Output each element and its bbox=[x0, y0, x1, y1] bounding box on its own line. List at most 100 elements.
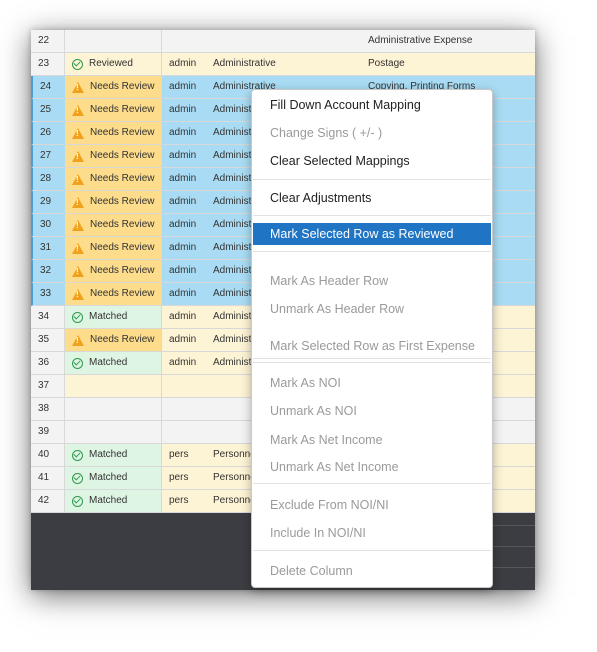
menu-separator bbox=[253, 358, 491, 359]
menu-item-delete-column[interactable]: Delete Column bbox=[253, 560, 491, 582]
menu-item-clear-adjustments[interactable]: Clear Adjustments bbox=[253, 187, 491, 209]
row-number[interactable]: 33 bbox=[31, 283, 67, 306]
row-number[interactable]: 34 bbox=[31, 306, 65, 329]
status-label: Needs Review bbox=[90, 242, 155, 253]
status-cell[interactable]: Needs Review bbox=[65, 122, 162, 145]
row-number[interactable]: 40 bbox=[31, 444, 65, 467]
status-cell[interactable]: Needs Review bbox=[65, 76, 162, 99]
row-number[interactable]: 39 bbox=[31, 421, 65, 444]
status-cell[interactable] bbox=[65, 30, 162, 53]
status-cell[interactable]: Needs Review bbox=[65, 237, 162, 260]
row-number[interactable]: 26 bbox=[31, 122, 67, 145]
status-cell[interactable]: Matched bbox=[65, 444, 162, 467]
status-label: Matched bbox=[89, 311, 128, 322]
status-label: Needs Review bbox=[90, 81, 155, 92]
status-label: Matched bbox=[89, 495, 128, 506]
context-menu: Fill Down Account Mapping Change Signs ( … bbox=[251, 89, 493, 588]
status-cell[interactable]: Needs Review bbox=[65, 214, 162, 237]
row-number[interactable]: 30 bbox=[31, 214, 67, 237]
status-cell[interactable]: Needs Review bbox=[65, 99, 162, 122]
check-circle-icon bbox=[72, 472, 83, 484]
warning-icon bbox=[72, 150, 84, 162]
status-cell[interactable] bbox=[65, 398, 162, 421]
row-number[interactable]: 28 bbox=[31, 168, 67, 191]
status-cell[interactable] bbox=[65, 375, 162, 398]
status-cell[interactable]: Matched bbox=[65, 306, 162, 329]
warning-icon bbox=[72, 104, 84, 116]
menu-item-change-signs[interactable]: Change Signs ( +/- ) bbox=[253, 122, 491, 144]
account-cell[interactable]: Administrative Expense bbox=[361, 30, 535, 53]
menu-separator bbox=[253, 483, 491, 484]
category-cell[interactable] bbox=[206, 30, 368, 53]
category-cell[interactable]: Administrative bbox=[206, 53, 368, 76]
menu-item-exclude-from-noi-ni[interactable]: Exclude From NOI/NI bbox=[253, 494, 491, 516]
row-number[interactable]: 42 bbox=[31, 490, 65, 513]
check-circle-icon bbox=[72, 58, 83, 70]
warning-icon bbox=[72, 334, 84, 346]
status-cell[interactable]: Needs Review bbox=[65, 168, 162, 191]
status-label: Needs Review bbox=[90, 104, 155, 115]
status-label: Needs Review bbox=[90, 127, 155, 138]
menu-item-unmark-as-noi[interactable]: Unmark As NOI bbox=[253, 400, 491, 422]
row-number[interactable]: 29 bbox=[31, 191, 67, 214]
menu-item-unmark-as-net-income[interactable]: Unmark As Net Income bbox=[253, 456, 491, 478]
status-cell[interactable]: Matched bbox=[65, 490, 162, 513]
menu-item-mark-selected-row-as-reviewed[interactable]: Mark Selected Row as Reviewed bbox=[253, 223, 491, 245]
menu-separator bbox=[253, 362, 491, 363]
row-number[interactable]: 32 bbox=[31, 260, 67, 283]
menu-separator bbox=[253, 251, 491, 252]
menu-item-clear-selected-mappings[interactable]: Clear Selected Mappings bbox=[253, 150, 491, 172]
check-circle-icon bbox=[72, 357, 83, 369]
check-circle-icon bbox=[72, 495, 83, 507]
menu-separator bbox=[253, 215, 491, 216]
status-label: Matched bbox=[89, 357, 128, 368]
status-label: Needs Review bbox=[90, 334, 155, 345]
check-circle-icon bbox=[72, 449, 83, 461]
row-number[interactable]: 25 bbox=[31, 99, 67, 122]
menu-item-fill-down-account-mapping[interactable]: Fill Down Account Mapping bbox=[253, 94, 491, 116]
status-cell[interactable]: Reviewed bbox=[65, 53, 162, 76]
menu-item-include-in-noi-ni[interactable]: Include In NOI/NI bbox=[253, 522, 491, 544]
row-number[interactable]: 27 bbox=[31, 145, 67, 168]
status-cell[interactable]: Matched bbox=[65, 467, 162, 490]
status-label: Needs Review bbox=[90, 173, 155, 184]
warning-icon bbox=[72, 265, 84, 277]
check-circle-icon bbox=[72, 311, 83, 323]
table-row[interactable]: 22 Administrative Expense bbox=[31, 30, 535, 53]
account-cell[interactable]: Postage bbox=[361, 53, 535, 76]
status-cell[interactable]: Needs Review bbox=[65, 283, 162, 306]
status-cell[interactable]: Needs Review bbox=[65, 329, 162, 352]
row-number[interactable]: 41 bbox=[31, 467, 65, 490]
menu-item-mark-selected-row-as-first-expense[interactable]: Mark Selected Row as First Expense bbox=[253, 335, 491, 357]
status-cell[interactable] bbox=[65, 421, 162, 444]
status-label: Reviewed bbox=[89, 58, 133, 69]
warning-icon bbox=[72, 173, 84, 185]
warning-icon bbox=[72, 288, 84, 300]
status-label: Needs Review bbox=[90, 219, 155, 230]
status-label: Needs Review bbox=[90, 150, 155, 161]
row-number[interactable]: 37 bbox=[31, 375, 65, 398]
warning-icon bbox=[72, 81, 84, 93]
menu-item-mark-as-header-row[interactable]: Mark As Header Row bbox=[253, 270, 491, 292]
warning-icon bbox=[72, 219, 84, 231]
table-row[interactable]: 23 Reviewed admin Administrative Postage bbox=[31, 53, 535, 76]
row-number[interactable]: 24 bbox=[31, 76, 67, 99]
row-number[interactable]: 38 bbox=[31, 398, 65, 421]
menu-item-unmark-as-header-row[interactable]: Unmark As Header Row bbox=[253, 298, 491, 320]
status-cell[interactable]: Needs Review bbox=[65, 260, 162, 283]
row-number[interactable]: 22 bbox=[31, 30, 65, 53]
menu-item-mark-as-noi[interactable]: Mark As NOI bbox=[253, 372, 491, 394]
row-number[interactable]: 23 bbox=[31, 53, 65, 76]
row-number[interactable]: 35 bbox=[31, 329, 65, 352]
status-cell[interactable]: Needs Review bbox=[65, 145, 162, 168]
menu-item-mark-as-net-income[interactable]: Mark As Net Income bbox=[253, 429, 491, 451]
menu-separator bbox=[253, 179, 491, 180]
row-number[interactable]: 31 bbox=[31, 237, 67, 260]
status-cell[interactable]: Needs Review bbox=[65, 191, 162, 214]
status-cell[interactable]: Matched bbox=[65, 352, 162, 375]
warning-icon bbox=[72, 127, 84, 139]
status-label: Matched bbox=[89, 472, 128, 483]
row-number[interactable]: 36 bbox=[31, 352, 65, 375]
status-label: Matched bbox=[89, 449, 128, 460]
status-label: Needs Review bbox=[90, 288, 155, 299]
